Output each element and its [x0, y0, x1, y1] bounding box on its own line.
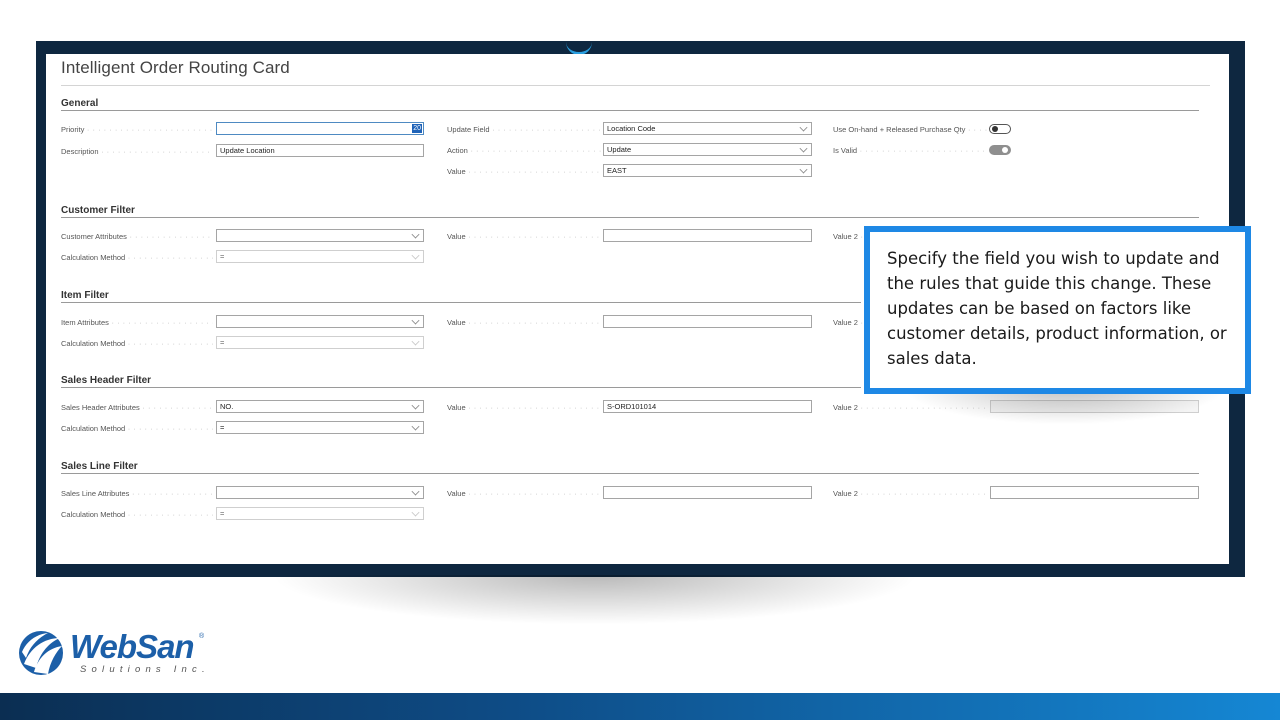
websan-logo: WebSan ® Solutions Inc.: [16, 628, 216, 678]
sales-header-value-label: Value: [447, 403, 601, 413]
websan-globe-icon: [19, 631, 63, 675]
chevron-down-icon: [799, 123, 808, 132]
update-field-value: Location Code: [607, 124, 656, 133]
sales-line-value2-input[interactable]: [990, 486, 1199, 499]
sales-line-value2-label: Value 2: [833, 489, 987, 499]
section-divider-general: [61, 110, 1199, 111]
value-label: Value: [447, 167, 601, 177]
customer-value-input[interactable]: [603, 229, 812, 242]
sales-header-attributes-label: Sales Header Attributes: [61, 403, 213, 413]
logo-registered-mark: ®: [199, 633, 205, 640]
value-select[interactable]: EAST: [603, 164, 812, 177]
callout-box: Specify the field you wish to update and…: [864, 226, 1251, 394]
section-title-general[interactable]: General: [61, 98, 98, 109]
chevron-down-icon: [799, 165, 808, 174]
customer-calc-label: Calculation Method: [61, 253, 213, 263]
section-divider-item-filter: [61, 302, 861, 303]
action-select[interactable]: Update: [603, 143, 812, 156]
item-attributes-select[interactable]: [216, 315, 424, 328]
is-valid-toggle[interactable]: [989, 145, 1011, 155]
sales-header-calc-select[interactable]: =: [216, 421, 424, 434]
chevron-down-icon: [411, 401, 420, 410]
priority-label: Priority: [61, 125, 213, 135]
action-value: Update: [607, 145, 632, 154]
sales-line-calc-select[interactable]: =: [216, 507, 424, 520]
section-divider-sales-header-filter: [61, 387, 861, 388]
item-value-label: Value: [447, 318, 601, 328]
item-value-input[interactable]: [603, 315, 812, 328]
value-value: EAST: [607, 166, 627, 175]
action-label: Action: [447, 146, 601, 156]
section-title-sales-header-filter[interactable]: Sales Header Filter: [61, 375, 151, 386]
customer-attributes-label: Customer Attributes: [61, 232, 213, 242]
customer-calc-value: =: [220, 252, 225, 261]
sales-header-value-input[interactable]: S-ORD101014: [603, 400, 812, 413]
description-input[interactable]: Update Location: [216, 144, 424, 157]
item-value2-label: Value 2: [833, 318, 863, 328]
customer-value-label: Value: [447, 232, 601, 242]
item-calc-label: Calculation Method: [61, 339, 213, 349]
item-attributes-label: Item Attributes: [61, 318, 213, 328]
footer-gradient-bar: [0, 693, 1280, 720]
sales-header-calc-label: Calculation Method: [61, 424, 213, 434]
sales-header-calc-value: =: [220, 423, 225, 432]
customer-attributes-select[interactable]: [216, 229, 424, 242]
chevron-down-icon: [411, 487, 420, 496]
description-label: Description: [61, 147, 213, 157]
logo-subtitle: Solutions Inc.: [80, 664, 210, 675]
sales-line-attributes-select[interactable]: [216, 486, 424, 499]
toggle-knob: [992, 126, 998, 132]
section-title-sales-line-filter[interactable]: Sales Line Filter: [61, 461, 138, 472]
update-field-label: Update Field: [447, 125, 601, 135]
callout-text: Specify the field you wish to update and…: [887, 249, 1227, 368]
chevron-down-icon: [411, 251, 420, 260]
sales-line-value-input[interactable]: [603, 486, 812, 499]
sales-line-calc-value: =: [220, 509, 225, 518]
use-onhand-toggle[interactable]: [989, 124, 1011, 134]
chevron-down-icon: [411, 337, 420, 346]
logo-wordmark: WebSan: [70, 628, 195, 665]
page-title: Intelligent Order Routing Card: [61, 58, 290, 77]
section-divider-customer-filter: [61, 217, 1199, 218]
item-calc-value: =: [220, 338, 225, 347]
use-onhand-label: Use On-hand + Released Purchase Qty: [833, 125, 987, 135]
section-divider-sales-line-filter: [61, 473, 1199, 474]
section-title-item-filter[interactable]: Item Filter: [61, 290, 109, 301]
sales-header-attributes-value: NO.: [220, 402, 234, 411]
section-title-customer-filter[interactable]: Customer Filter: [61, 205, 135, 216]
update-field-select[interactable]: Location Code: [603, 122, 812, 135]
sales-line-calc-label: Calculation Method: [61, 510, 213, 520]
priority-value: 20: [412, 124, 422, 133]
chevron-down-icon: [411, 230, 420, 239]
chevron-down-icon: [411, 422, 420, 431]
sales-line-attributes-label: Sales Line Attributes: [61, 489, 213, 499]
customer-value2-label: Value 2: [833, 232, 863, 242]
title-divider: [61, 85, 1210, 86]
sales-header-attributes-select[interactable]: NO.: [216, 400, 424, 413]
frame-shadow: [270, 575, 920, 625]
priority-input[interactable]: 20: [216, 122, 424, 135]
sales-line-value-label: Value: [447, 489, 601, 499]
chevron-down-icon: [411, 508, 420, 517]
customer-calc-select[interactable]: =: [216, 250, 424, 263]
toggle-knob: [1002, 147, 1008, 153]
chevron-down-icon: [411, 316, 420, 325]
item-calc-select[interactable]: =: [216, 336, 424, 349]
is-valid-label: Is Valid: [833, 146, 987, 156]
chevron-down-icon: [799, 144, 808, 153]
